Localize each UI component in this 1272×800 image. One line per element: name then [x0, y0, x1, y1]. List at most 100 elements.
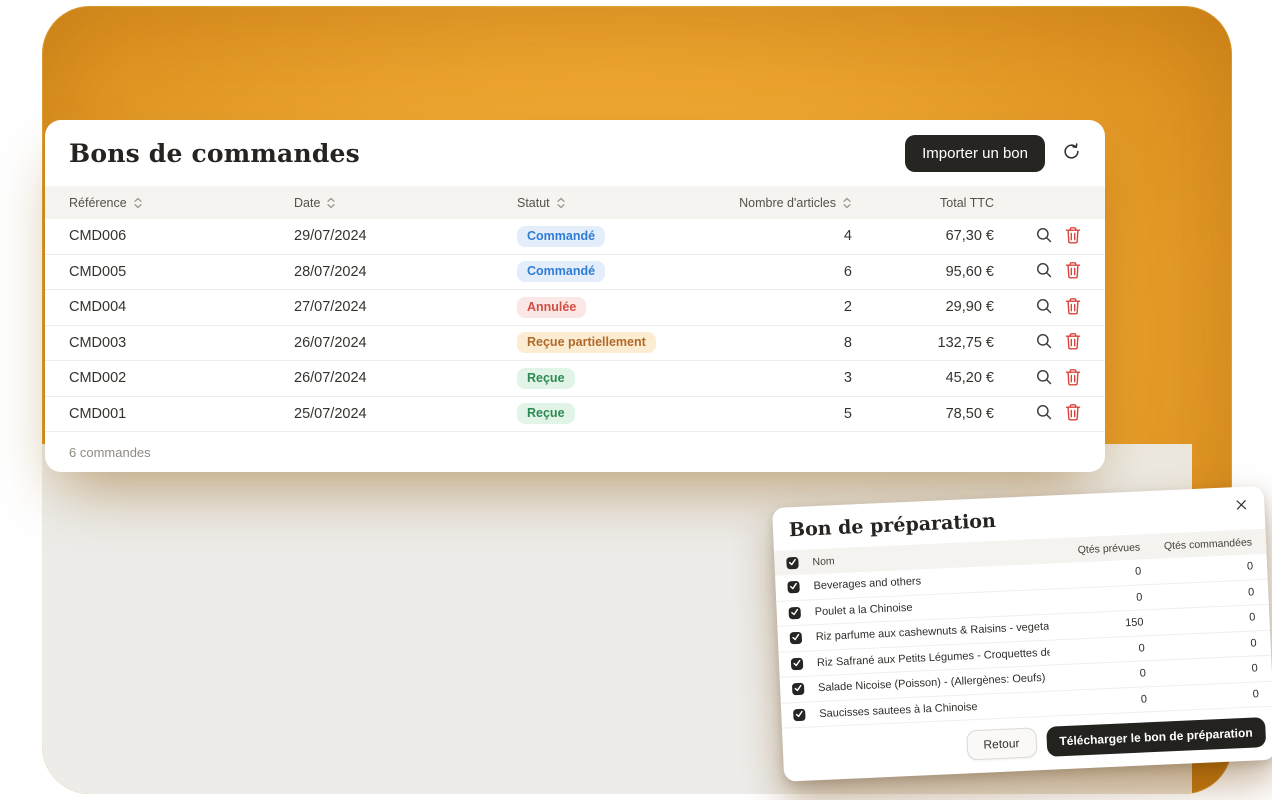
- orders-table-body: CMD006 29/07/2024 Commandé 4 67,30 €: [45, 219, 1105, 432]
- item-checkbox[interactable]: [791, 658, 804, 671]
- item-qty-ordered: 0: [1142, 586, 1254, 603]
- search-icon: [1035, 297, 1053, 318]
- search-icon: [1035, 226, 1053, 247]
- view-order-button[interactable]: [1035, 368, 1053, 389]
- order-date: 25/07/2024: [294, 406, 517, 422]
- order-articles: 8: [732, 335, 852, 351]
- item-name: Beverages and others: [813, 570, 1046, 592]
- item-name: Poulet a la Chinoise: [814, 595, 1047, 617]
- search-icon: [1035, 261, 1053, 282]
- orders-table-header: Référence Date Statut N: [45, 186, 1105, 219]
- preparation-panel: Bon de préparation Nom Qtés prévues Qtés…: [772, 486, 1272, 782]
- order-articles: 6: [732, 264, 852, 280]
- item-qty-planned: 0: [1047, 591, 1142, 607]
- column-header-total: Total TTC: [852, 196, 994, 210]
- order-articles: 5: [732, 406, 852, 422]
- column-header-qtes-prevues: Qtés prévues: [1045, 541, 1140, 557]
- item-checkbox[interactable]: [787, 581, 800, 594]
- item-checkbox[interactable]: [792, 683, 805, 696]
- table-row: CMD004 27/07/2024 Annulée 2 29,90 €: [45, 290, 1105, 326]
- item-qty-ordered: 0: [1144, 637, 1256, 654]
- checkbox-checked-icon: [789, 581, 798, 593]
- item-name: Salade Nicoise (Poisson) - (Allergènes: …: [818, 672, 1051, 694]
- item-qty-ordered: 0: [1146, 663, 1258, 680]
- table-row: CMD002 26/07/2024 Reçue 3 45,20 €: [45, 361, 1105, 397]
- delete-order-button[interactable]: [1065, 226, 1081, 247]
- item-qty-planned: 0: [1051, 668, 1146, 684]
- close-button[interactable]: [1232, 493, 1251, 517]
- status-badge: Annulée: [517, 297, 586, 318]
- order-date: 29/07/2024: [294, 228, 517, 244]
- item-checkbox[interactable]: [793, 708, 806, 721]
- item-qty-ordered: 0: [1141, 561, 1253, 578]
- order-date: 27/07/2024: [294, 299, 517, 315]
- order-date: 26/07/2024: [294, 370, 517, 386]
- order-total: 29,90 €: [852, 299, 994, 315]
- column-header-reference[interactable]: Référence: [69, 196, 294, 210]
- order-articles: 3: [732, 370, 852, 386]
- close-icon: [1236, 498, 1247, 513]
- checkbox-checked-icon: [795, 709, 804, 721]
- back-button[interactable]: Retour: [966, 727, 1037, 760]
- view-order-button[interactable]: [1035, 403, 1053, 424]
- refresh-button[interactable]: [1062, 142, 1081, 164]
- table-row: CMD003 26/07/2024 Reçue partiellement 8 …: [45, 326, 1105, 362]
- status-badge: Reçue: [517, 403, 575, 424]
- item-qty-planned: 0: [1050, 642, 1145, 658]
- column-header-date[interactable]: Date: [294, 196, 517, 210]
- table-row: CMD006 29/07/2024 Commandé 4 67,30 €: [45, 219, 1105, 255]
- column-header-qtes-commandees: Qtés commandées: [1140, 536, 1252, 553]
- order-total: 67,30 €: [852, 228, 994, 244]
- item-name: Riz Safrané aux Petits Légumes - Croquet…: [817, 646, 1050, 668]
- order-date: 26/07/2024: [294, 335, 517, 351]
- order-reference: CMD002: [69, 370, 294, 386]
- import-order-button[interactable]: Importer un bon: [905, 135, 1045, 172]
- sort-icon: [556, 197, 566, 209]
- item-qty-ordered: 0: [1147, 688, 1259, 705]
- delete-order-button[interactable]: [1065, 297, 1081, 318]
- sort-icon: [842, 197, 852, 209]
- checkbox-checked-icon: [790, 607, 799, 619]
- order-reference: CMD005: [69, 264, 294, 280]
- delete-order-button[interactable]: [1065, 368, 1081, 389]
- sort-icon: [326, 197, 336, 209]
- orders-panel: Bons de commandes Importer un bon Référe…: [45, 120, 1105, 472]
- delete-order-button[interactable]: [1065, 261, 1081, 282]
- column-header-statut[interactable]: Statut: [517, 196, 732, 210]
- search-icon: [1035, 368, 1053, 389]
- search-icon: [1035, 332, 1053, 353]
- delete-order-button[interactable]: [1065, 403, 1081, 424]
- item-name: Riz parfume aux cashewnuts & Raisins - v…: [816, 621, 1049, 643]
- checkbox-checked-icon: [794, 683, 803, 695]
- trash-icon: [1065, 226, 1081, 247]
- table-row: CMD005 28/07/2024 Commandé 6 95,60 €: [45, 255, 1105, 291]
- item-checkbox[interactable]: [790, 632, 803, 645]
- item-qty-ordered: 0: [1143, 612, 1255, 629]
- order-reference: CMD003: [69, 335, 294, 351]
- order-reference: CMD001: [69, 406, 294, 422]
- trash-icon: [1065, 332, 1081, 353]
- view-order-button[interactable]: [1035, 261, 1053, 282]
- checkbox-checked-icon: [792, 632, 801, 644]
- order-total: 45,20 €: [852, 370, 994, 386]
- item-qty-planned: 150: [1048, 617, 1143, 633]
- orders-header: Bons de commandes Importer un bon: [45, 120, 1105, 186]
- select-all-checkbox[interactable]: [786, 556, 799, 569]
- download-preparation-button[interactable]: Télécharger le bon de préparation: [1046, 717, 1267, 757]
- view-order-button[interactable]: [1035, 226, 1053, 247]
- checkbox-checked-icon: [788, 556, 797, 568]
- view-order-button[interactable]: [1035, 332, 1053, 353]
- trash-icon: [1065, 297, 1081, 318]
- view-order-button[interactable]: [1035, 297, 1053, 318]
- page-title: Bons de commandes: [69, 139, 905, 168]
- order-articles: 4: [732, 228, 852, 244]
- item-checkbox[interactable]: [788, 607, 801, 620]
- orders-count: 6 commandes: [69, 445, 151, 460]
- delete-order-button[interactable]: [1065, 332, 1081, 353]
- column-header-articles[interactable]: Nombre d'articles: [732, 196, 852, 210]
- order-reference: CMD006: [69, 228, 294, 244]
- order-articles: 2: [732, 299, 852, 315]
- order-total: 132,75 €: [852, 335, 994, 351]
- trash-icon: [1065, 403, 1081, 424]
- order-date: 28/07/2024: [294, 264, 517, 280]
